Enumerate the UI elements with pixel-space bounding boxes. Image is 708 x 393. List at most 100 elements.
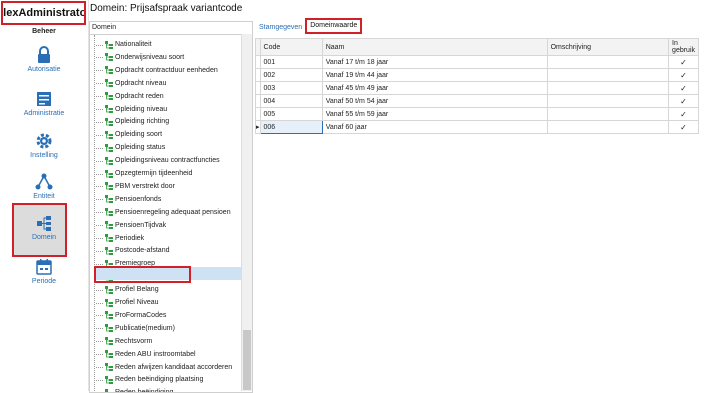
tree-item[interactable]: Opdracht reden — [96, 91, 164, 103]
tree-item[interactable]: Opleiding status — [96, 142, 165, 154]
cell-omschrijving[interactable] — [547, 121, 668, 134]
cell-omschrijving[interactable] — [547, 82, 668, 95]
tree-scrollbar[interactable] — [241, 34, 252, 391]
domain-table-icon — [105, 311, 113, 320]
tree-item-label: Reden beëindiging plaatsing — [115, 374, 203, 386]
in-gebruik-checkbox[interactable]: ✓ — [669, 121, 699, 134]
tree-item[interactable]: Publicatie(medium) — [96, 323, 175, 335]
tree-item[interactable]: Pensioenfonds — [96, 194, 161, 206]
tree-item[interactable]: ProFormaCodes — [96, 310, 166, 322]
cell-omschrijving[interactable] — [547, 95, 668, 108]
tree-item[interactable]: PBM verstrekt door — [96, 181, 175, 193]
nav-item-domein[interactable]: Domein — [0, 214, 88, 241]
tree-item-label: Opdracht contractduur eenheden — [115, 65, 218, 77]
tree-item[interactable]: Opleiding niveau — [96, 104, 167, 116]
tree-item[interactable]: Reden beëindiging ... — [96, 387, 181, 393]
tree-item-label: Postcode-afstand — [115, 245, 169, 257]
tab-stamgegeven[interactable]: Stamgegeven — [256, 22, 305, 34]
tree-item-label: Rechtsvorm — [115, 336, 152, 348]
cell-omschrijving[interactable] — [547, 56, 668, 69]
tree-item[interactable]: Profiel Niveau — [96, 297, 159, 309]
tree-item[interactable]: Opleiding richting — [96, 116, 169, 128]
table-row[interactable]: 005Vanaf 55 t/m 59 jaar ✓ — [256, 108, 699, 121]
domain-tree: Domein NationaliteitOnderwijsniveau soor… — [89, 21, 253, 393]
domain-table-icon — [105, 286, 113, 295]
domain-table-icon — [105, 208, 113, 217]
nav-label: Entiteit — [33, 193, 54, 200]
column-in-gebruik[interactable]: In gebruik — [669, 39, 699, 56]
table-row[interactable]: 004Vanaf 50 t/m 54 jaar ✓ — [256, 95, 699, 108]
tree-item[interactable]: Rechtsvorm — [96, 336, 152, 348]
cell-code[interactable]: 001 — [260, 56, 322, 69]
cell-code[interactable]: 002 — [260, 69, 322, 82]
table-row[interactable]: ▸006Vanaf 60 jaar✓ — [256, 121, 699, 134]
cell-naam[interactable]: Vanaf 45 t/m 49 jaar — [322, 82, 547, 95]
cell-code[interactable]: 004 — [260, 95, 322, 108]
tree-item[interactable]: Profiel Belang — [96, 284, 159, 296]
cell-omschrijving[interactable] — [547, 69, 668, 82]
in-gebruik-checkbox[interactable]: ✓ — [669, 95, 699, 108]
tree-item[interactable]: PensioenTijdvak — [96, 220, 166, 232]
tree-item[interactable]: Onderwijsniveau soort — [96, 52, 184, 64]
calendar-icon — [35, 258, 53, 276]
tree-item[interactable]: Opdracht contractduur eenheden — [96, 65, 218, 77]
cell-naam[interactable]: Vanaf 17 t/m 18 jaar — [322, 56, 547, 69]
tree-connector-branch — [96, 251, 103, 252]
tree-item[interactable]: Opzegtermijn tijdeenheid — [96, 168, 192, 180]
column-omschrijving[interactable]: Omschrijving — [547, 39, 668, 56]
column-naam[interactable]: Naam — [322, 39, 547, 56]
column-code[interactable]: Code — [260, 39, 322, 56]
tree-item-label: Opdracht reden — [115, 91, 164, 103]
in-gebruik-checkbox[interactable]: ✓ — [669, 69, 699, 82]
tree-item[interactable]: Opleidingsniveau contractfuncties — [96, 155, 220, 167]
domain-table-icon — [105, 157, 113, 166]
tree-connector-branch — [96, 161, 103, 162]
domain-table-icon — [105, 195, 113, 204]
tree-item[interactable]: Reden beëindiging plaatsing — [96, 374, 203, 386]
domain-table-icon — [105, 92, 113, 101]
tree-item-label: Reden beëindiging ... — [115, 387, 181, 393]
tree-item[interactable]: Nationaliteit — [96, 39, 152, 51]
cell-naam[interactable]: Vanaf 19 t/m 44 jaar — [322, 69, 547, 82]
in-gebruik-checkbox[interactable]: ✓ — [669, 82, 699, 95]
table-row[interactable]: 003Vanaf 45 t/m 49 jaar ✓ — [256, 82, 699, 95]
entity-icon — [35, 173, 53, 191]
nav-item-administratie[interactable]: Administratie — [0, 90, 88, 117]
tree-item[interactable]: Reden ABU instroomtabel — [96, 349, 196, 361]
cell-code[interactable]: 003 — [260, 82, 322, 95]
in-gebruik-checkbox[interactable]: ✓ — [669, 108, 699, 121]
admin-icon — [35, 90, 53, 108]
tree-connector-branch — [96, 238, 103, 239]
cell-code[interactable]: 006 — [260, 121, 322, 134]
tab-domeinwaarde[interactable]: Domeinwaarde — [305, 18, 362, 34]
nav-item-instelling[interactable]: Instelling — [0, 132, 88, 159]
tree-item[interactable]: Opleiding soort — [96, 129, 162, 141]
tree-item-label: PBM verstrekt door — [115, 181, 175, 193]
tree-item[interactable]: Periodiek — [96, 233, 144, 245]
cell-naam[interactable]: Vanaf 55 t/m 59 jaar — [322, 108, 547, 121]
tree-item[interactable]: Postcode-afstand — [96, 245, 169, 257]
table-row[interactable]: 001Vanaf 17 t/m 18 jaar ✓ — [256, 56, 699, 69]
tree-connector-branch — [96, 367, 103, 368]
lock-icon — [36, 46, 52, 64]
tree-item-label: Reden afwijzen kandidaat accorderen — [115, 362, 232, 374]
nav-item-periode[interactable]: Periode — [0, 258, 88, 285]
nav-item-entiteit[interactable]: Entiteit — [0, 173, 88, 200]
tree-item[interactable]: Pensioenregeling adequaat pensioen — [96, 207, 231, 219]
tree-connector-branch — [96, 328, 103, 329]
domain-table-icon — [105, 182, 113, 191]
cell-omschrijving[interactable] — [547, 108, 668, 121]
tree-connector-branch — [96, 57, 103, 58]
tree-item-label: Publicatie(medium) — [115, 323, 175, 335]
domain-table-icon — [105, 41, 113, 50]
tree-item[interactable]: Opdracht niveau — [96, 78, 166, 90]
in-gebruik-checkbox[interactable]: ✓ — [669, 56, 699, 69]
cell-naam[interactable]: Vanaf 50 t/m 54 jaar — [322, 95, 547, 108]
cell-naam[interactable]: Vanaf 60 jaar — [322, 121, 547, 134]
nav-item-autorisatie[interactable]: Autorisatie — [0, 46, 88, 73]
cell-code[interactable]: 005 — [260, 108, 322, 121]
table-row[interactable]: 002Vanaf 19 t/m 44 jaar ✓ — [256, 69, 699, 82]
scrollbar-thumb[interactable] — [243, 330, 251, 390]
tree-item[interactable]: Reden afwijzen kandidaat accorderen — [96, 362, 232, 374]
section-label: Beheer — [0, 28, 88, 35]
